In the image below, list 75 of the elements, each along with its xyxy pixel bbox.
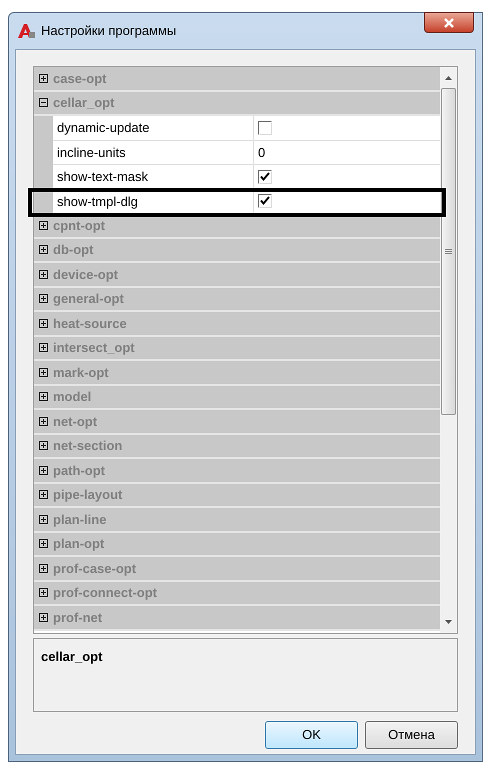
- category-row[interactable]: net-opt: [34, 410, 440, 434]
- checkbox[interactable]: [258, 120, 272, 135]
- property-value[interactable]: 0: [258, 142, 266, 162]
- app-logo-icon: [17, 23, 35, 39]
- category-label: net-section: [53, 437, 122, 455]
- category-row[interactable]: device-opt: [34, 263, 440, 288]
- expand-icon[interactable]: [39, 416, 48, 426]
- scroll-thumb[interactable]: [441, 88, 456, 415]
- category-row[interactable]: intersect_opt: [34, 336, 440, 361]
- category-label: mark-opt: [53, 364, 109, 382]
- category-label: general-opt: [53, 290, 124, 308]
- category-label: device-opt: [53, 266, 118, 284]
- scroll-down-icon[interactable]: [445, 620, 452, 624]
- category-row[interactable]: plan-opt: [34, 532, 440, 557]
- collapse-icon[interactable]: [39, 98, 48, 108]
- category-label: heat-source: [53, 314, 127, 332]
- property-name: dynamic-update: [53, 116, 254, 140]
- expand-icon[interactable]: [39, 466, 48, 475]
- category-label: prof-connect-opt: [53, 584, 157, 602]
- property-name: show-text-mask: [53, 165, 254, 190]
- dialog-button[interactable]: OK: [265, 721, 358, 749]
- expand-icon[interactable]: [39, 74, 48, 83]
- category-label: cpnt-opt: [53, 216, 105, 235]
- category-label: path-opt: [53, 462, 105, 480]
- window-title: Настройки программы: [41, 22, 176, 40]
- checkbox[interactable]: [258, 194, 272, 208]
- category-row[interactable]: mark-opt: [34, 361, 440, 386]
- category-label: prof-net: [53, 608, 102, 627]
- checkbox[interactable]: [258, 170, 272, 184]
- expand-icon[interactable]: [39, 564, 48, 573]
- scrollbar[interactable]: [440, 67, 457, 633]
- expand-icon[interactable]: [39, 392, 48, 402]
- category-label: plan-opt: [53, 535, 104, 553]
- category-row[interactable]: plan-line: [34, 508, 440, 532]
- category-row[interactable]: prof-net: [34, 606, 440, 630]
- description-title: cellar_opt: [41, 649, 102, 664]
- expand-icon[interactable]: [39, 220, 48, 230]
- category-label: db-opt: [53, 241, 94, 259]
- category-label: pipe-layout: [53, 486, 122, 504]
- category-row[interactable]: db-opt: [34, 238, 440, 263]
- property-name: incline-units: [53, 140, 254, 165]
- expand-icon[interactable]: [39, 294, 48, 304]
- category-row[interactable]: pipe-layout: [34, 484, 440, 508]
- category-label: case-opt: [53, 70, 106, 88]
- category-label: intersect_opt: [53, 339, 135, 357]
- category-row[interactable]: cellar_opt: [34, 92, 440, 116]
- expand-icon[interactable]: [39, 612, 48, 622]
- expand-icon[interactable]: [39, 318, 48, 328]
- category-row[interactable]: heat-source: [34, 312, 440, 336]
- category-row[interactable]: model: [34, 386, 440, 410]
- category-label: plan-line: [53, 510, 106, 529]
- expand-icon[interactable]: [39, 343, 48, 352]
- expand-icon[interactable]: [39, 245, 48, 254]
- category-row[interactable]: prof-connect-opt: [34, 582, 440, 606]
- scroll-up-icon[interactable]: [445, 76, 452, 80]
- grip-icon: [445, 248, 452, 254]
- close-icon: [443, 18, 455, 28]
- category-row[interactable]: case-opt: [34, 67, 440, 92]
- expand-icon[interactable]: [39, 588, 48, 598]
- dialog-button[interactable]: Отмена: [365, 721, 458, 749]
- category-label: prof-case-opt: [53, 560, 136, 578]
- expand-icon[interactable]: [39, 270, 48, 279]
- expand-icon[interactable]: [39, 514, 48, 524]
- expand-icon[interactable]: [39, 539, 48, 548]
- category-row[interactable]: path-opt: [34, 459, 440, 484]
- category-row[interactable]: net-section: [34, 434, 440, 459]
- category-label: cellar_opt: [53, 94, 114, 112]
- expand-icon[interactable]: [39, 368, 48, 377]
- expand-icon[interactable]: [39, 490, 48, 500]
- category-label: net-opt: [53, 412, 98, 431]
- category-row[interactable]: general-opt: [34, 288, 440, 312]
- category-label: model: [53, 388, 92, 406]
- category-row[interactable]: prof-case-opt: [34, 557, 440, 582]
- close-button[interactable]: [424, 12, 474, 33]
- expand-icon[interactable]: [39, 441, 48, 450]
